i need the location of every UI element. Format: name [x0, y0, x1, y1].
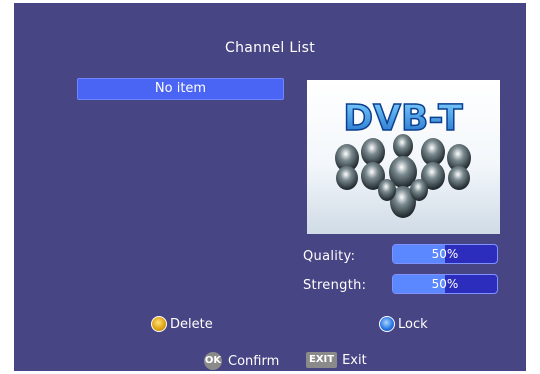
quality-value: 50%: [431, 247, 459, 261]
lock-hint[interactable]: Lock: [379, 316, 428, 332]
quality-label: Quality:: [303, 249, 356, 264]
channel-preview: DVB-T: [307, 80, 500, 234]
delete-hint[interactable]: Delete: [151, 316, 213, 332]
exit-key-icon: EXIT: [306, 352, 338, 368]
dvb-t-logo-text: DVB-T: [343, 98, 463, 139]
exit-label: Exit: [342, 352, 367, 368]
ok-key-icon: OK: [204, 352, 222, 370]
delete-label: Delete: [170, 316, 213, 332]
strength-value: 50%: [431, 277, 459, 291]
channel-list-item[interactable]: No item: [77, 78, 284, 100]
exit-hint[interactable]: EXIT Exit: [306, 352, 367, 368]
logo-spheres: [335, 134, 471, 218]
confirm-hint[interactable]: OK Confirm: [204, 352, 279, 370]
channel-list-screen: Channel List No item DVB-T Quality: 50% …: [14, 3, 526, 371]
blue-key-icon: [379, 316, 395, 332]
page-title: Channel List: [225, 40, 315, 56]
lock-label: Lock: [398, 316, 428, 332]
quality-bar: 50%: [392, 244, 498, 264]
yellow-key-icon: [151, 316, 167, 332]
dvb-t-logo: DVB-T: [335, 97, 471, 218]
strength-label: Strength:: [303, 278, 367, 293]
strength-bar: 50%: [392, 274, 498, 294]
confirm-label: Confirm: [228, 353, 280, 369]
